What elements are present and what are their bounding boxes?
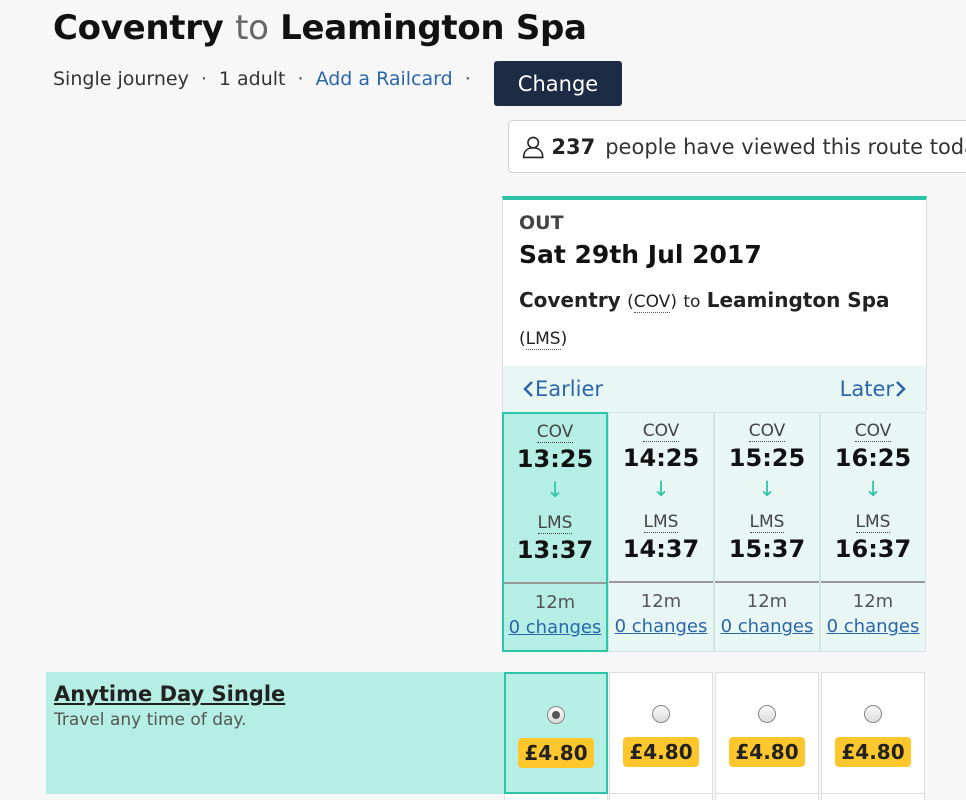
arrow-down-icon: ↓ <box>546 478 564 502</box>
price-badge: £4.80 <box>518 738 594 768</box>
arrival-time: 14:37 <box>622 535 700 563</box>
origin-code: COV <box>633 292 671 313</box>
out-label: OUT <box>519 212 564 234</box>
arrow-down-icon: ↓ <box>758 477 776 501</box>
journey-option[interactable]: COV 13:25 ↓ LMS 13:37 12m 0 changes <box>502 412 608 652</box>
viewer-text: people have viewed this route toda <box>605 134 966 159</box>
destination-code: LMS <box>525 329 561 350</box>
out-origin: Coventry <box>519 288 621 312</box>
out-destination: Leamington Spa <box>706 288 890 312</box>
time-navigation: Earlier Later <box>502 366 927 412</box>
arrival-station-code: LMS <box>537 513 573 534</box>
separator-dot: · <box>297 68 304 90</box>
journey-summary: Single journey · 1 adult · Add a Railcar… <box>53 68 483 90</box>
journey-option[interactable]: COV 16:25 ↓ LMS 16:37 12m 0 changes <box>820 412 926 652</box>
fare-radio[interactable] <box>758 705 776 723</box>
chevron-left-icon <box>523 381 533 397</box>
price-badge: £4.80 <box>729 737 805 767</box>
departure-station-code: COV <box>536 422 574 443</box>
earlier-label: Earlier <box>535 377 603 401</box>
departure-time: 16:25 <box>834 444 912 472</box>
person-icon <box>522 136 544 158</box>
fare-radio[interactable] <box>864 705 882 723</box>
fare-description: Travel any time of day. <box>54 710 247 730</box>
fare-price-option[interactable]: £4.80 <box>609 672 713 794</box>
departure-time: 13:25 <box>516 445 594 473</box>
chevron-right-icon <box>896 381 906 397</box>
departure-station-code: COV <box>748 421 786 442</box>
fare-price-option[interactable]: £4.80 <box>715 672 819 794</box>
passenger-count: 1 adult <box>218 68 286 90</box>
next-fare-cell <box>609 794 713 800</box>
journey-option[interactable]: COV 14:25 ↓ LMS 14:37 12m 0 changes <box>608 412 714 652</box>
page-title: Coventry to Leamington Spa <box>53 8 587 48</box>
price-badge: £4.80 <box>835 737 911 767</box>
departure-station-code: COV <box>854 421 892 442</box>
arrival-station-code: LMS <box>855 512 891 533</box>
separator-dot: · <box>464 68 471 90</box>
origin-title: Coventry <box>53 8 224 48</box>
departure-time: 15:25 <box>728 444 806 472</box>
price-badge: £4.80 <box>623 737 699 767</box>
later-label: Later <box>839 377 894 401</box>
fare-type-row: Anytime Day Single Travel any time of da… <box>46 672 504 794</box>
changes-link[interactable]: 0 changes <box>609 616 713 637</box>
change-button[interactable]: Change <box>494 61 622 106</box>
arrival-time: 16:37 <box>834 535 912 563</box>
departure-station-code: COV <box>642 421 680 442</box>
arrival-station-code: LMS <box>749 512 785 533</box>
fare-price-option[interactable]: £4.80 <box>821 672 925 794</box>
destination-title: Leamington Spa <box>280 8 587 48</box>
changes-link[interactable]: 0 changes <box>715 616 819 637</box>
changes-link[interactable]: 0 changes <box>504 617 606 638</box>
journey-option[interactable]: COV 15:25 ↓ LMS 15:37 12m 0 changes <box>714 412 820 652</box>
separator-dot: · <box>200 68 207 90</box>
journey-duration: 12m <box>534 592 576 613</box>
journey-duration: 12m <box>640 591 682 612</box>
fare-radio[interactable] <box>652 705 670 723</box>
arrival-time: 15:37 <box>728 535 806 563</box>
next-fare-cell <box>821 794 925 800</box>
departure-time: 14:25 <box>622 444 700 472</box>
viewer-count: 237 <box>551 134 596 159</box>
journey-duration: 12m <box>852 591 894 612</box>
out-route: Coventry (COV) to Leamington Spa (LMS) <box>519 288 890 350</box>
title-to-word: to <box>235 8 269 48</box>
next-fare-cell <box>504 794 608 800</box>
arrow-down-icon: ↓ <box>652 477 670 501</box>
arrival-time: 13:37 <box>516 536 594 564</box>
route-viewers-banner: 237 people have viewed this route toda <box>508 120 966 173</box>
outbound-summary: OUT Sat 29th Jul 2017 Coventry (COV) to … <box>502 196 927 366</box>
out-to-word: to <box>683 292 701 312</box>
arrival-station-code: LMS <box>643 512 679 533</box>
out-date: Sat 29th Jul 2017 <box>519 240 762 269</box>
fare-name-link[interactable]: Anytime Day Single <box>54 682 496 706</box>
fare-price-option[interactable]: £4.80 <box>504 672 608 794</box>
fare-radio[interactable] <box>547 706 565 724</box>
next-fare-cell <box>715 794 819 800</box>
add-railcard-link[interactable]: Add a Railcard <box>316 68 453 90</box>
changes-link[interactable]: 0 changes <box>821 616 925 637</box>
arrow-down-icon: ↓ <box>864 477 882 501</box>
journey-duration: 12m <box>746 591 788 612</box>
journey-type: Single journey <box>53 68 189 90</box>
later-link[interactable]: Later <box>840 377 908 401</box>
earlier-link[interactable]: Earlier <box>521 377 603 401</box>
